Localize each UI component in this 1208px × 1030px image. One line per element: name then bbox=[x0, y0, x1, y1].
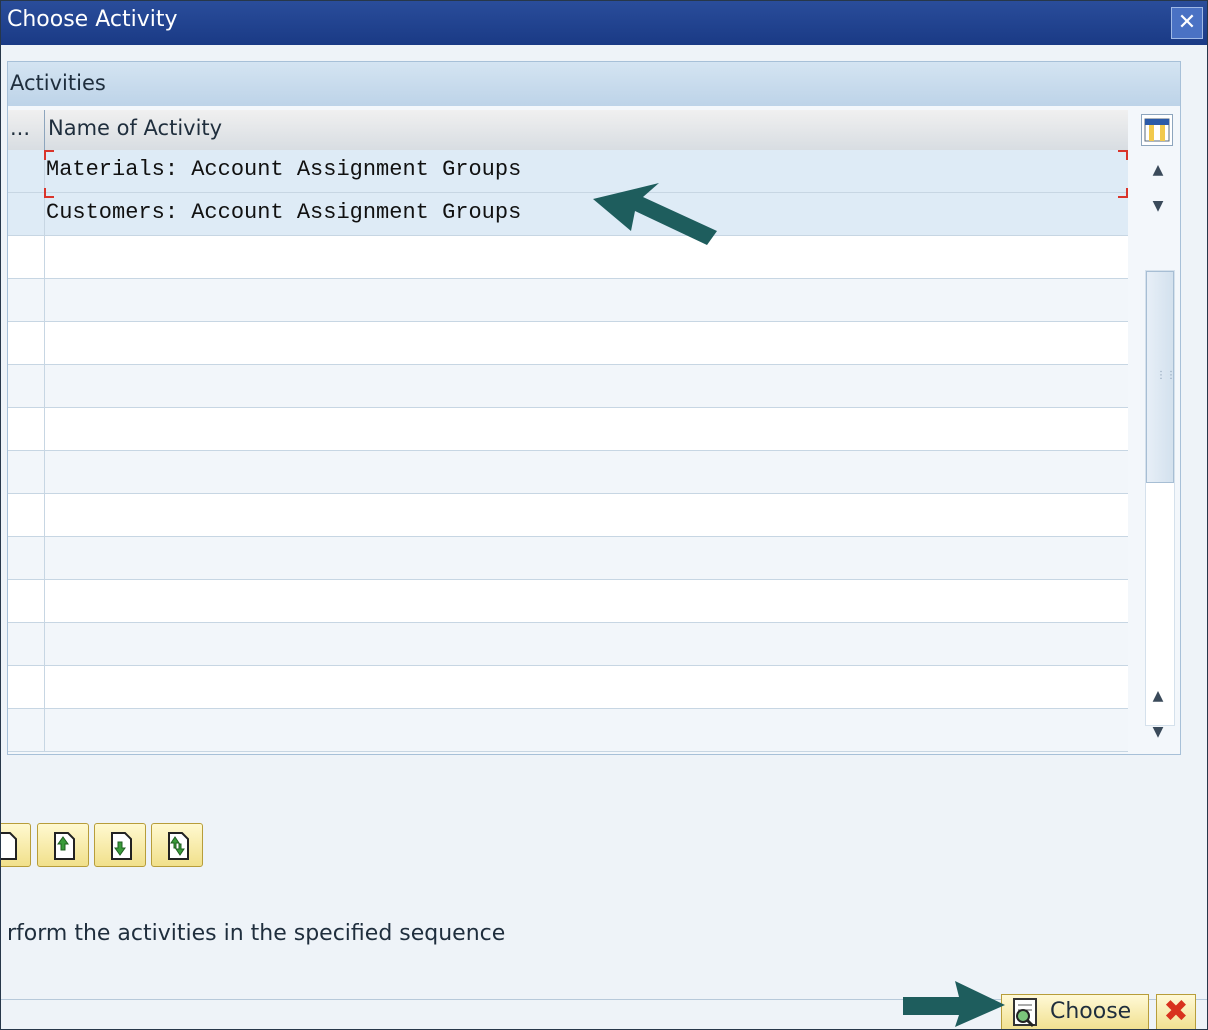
row-selector bbox=[8, 623, 45, 665]
table-row bbox=[8, 623, 1128, 666]
table-row bbox=[8, 279, 1128, 322]
table-row bbox=[8, 494, 1128, 537]
scroll-page-down-icon[interactable]: ▼ bbox=[1145, 196, 1171, 216]
row-selector bbox=[8, 709, 45, 751]
doc-button[interactable] bbox=[1, 823, 31, 867]
row-selector bbox=[8, 451, 45, 493]
table-row bbox=[8, 709, 1128, 752]
move-up-button[interactable] bbox=[37, 823, 89, 867]
doc-swap-icon bbox=[168, 832, 189, 860]
scroll-track[interactable]: ⋮⋮ bbox=[1145, 270, 1176, 726]
activity-name[interactable]: Customers: Account Assignment Groups bbox=[46, 200, 521, 225]
move-down-button[interactable] bbox=[94, 823, 146, 867]
swap-button[interactable] bbox=[151, 823, 203, 867]
table-row bbox=[8, 537, 1128, 580]
scroll-page-up-icon[interactable]: ▲ bbox=[1145, 160, 1171, 180]
doc-icon bbox=[1, 832, 17, 860]
table-row bbox=[8, 580, 1128, 623]
cancel-button[interactable]: ✖ bbox=[1156, 994, 1196, 1029]
table-row bbox=[8, 408, 1128, 451]
choose-button-label: Choose bbox=[1050, 999, 1132, 1024]
dialog-title: Choose Activity bbox=[7, 7, 178, 32]
table-row[interactable]: Customers: Account Assignment Groups bbox=[8, 193, 1128, 236]
row-selector bbox=[8, 365, 45, 407]
row-selector bbox=[8, 580, 45, 622]
table-header: ... Name of Activity bbox=[8, 110, 1128, 151]
table-row bbox=[8, 236, 1128, 279]
table-row bbox=[8, 365, 1128, 408]
activity-table-body: Materials: Account Assignment Groups Cus… bbox=[8, 150, 1128, 752]
scroll-up-icon[interactable]: ▲ bbox=[1145, 686, 1171, 706]
doc-down-icon bbox=[111, 832, 132, 860]
table-row bbox=[8, 666, 1128, 709]
doc-up-icon bbox=[54, 832, 75, 860]
table-row bbox=[8, 451, 1128, 494]
focus-frame bbox=[44, 150, 1128, 198]
annotation-arrow-icon bbox=[593, 183, 717, 245]
choose-icon bbox=[1013, 998, 1037, 1028]
scroll-down-icon[interactable]: ▼ bbox=[1145, 722, 1171, 742]
column-settings-icon[interactable] bbox=[1141, 114, 1173, 146]
close-button[interactable]: ✕ bbox=[1171, 7, 1203, 39]
row-selector bbox=[8, 279, 45, 321]
grip-icon: ⋮⋮ bbox=[1156, 370, 1176, 381]
panel-header: Activities bbox=[8, 62, 1180, 106]
choose-button[interactable]: Choose bbox=[1001, 994, 1149, 1029]
table-row bbox=[8, 322, 1128, 365]
vertical-scrollbar[interactable]: ▲ ▼ ⋮⋮ ▲ ▼ bbox=[1141, 154, 1176, 750]
column-header-activity-name[interactable]: Name of Activity bbox=[48, 116, 222, 140]
row-selector[interactable] bbox=[8, 150, 45, 192]
row-selector bbox=[8, 322, 45, 364]
row-selector[interactable] bbox=[8, 193, 45, 235]
row-selector bbox=[8, 494, 45, 536]
row-selector bbox=[8, 408, 45, 450]
row-selector bbox=[8, 236, 45, 278]
title-bar: Choose Activity ✕ bbox=[1, 1, 1207, 45]
activities-panel: Activities ... Name of Activity Material… bbox=[7, 61, 1181, 755]
column-header-status[interactable]: ... bbox=[10, 116, 30, 140]
choose-activity-dialog: Choose Activity ✕ Activities ... Name of… bbox=[0, 0, 1208, 1030]
sequence-info-text: rform the activities in the specified se… bbox=[7, 921, 506, 946]
scroll-thumb[interactable]: ⋮⋮ bbox=[1146, 271, 1176, 483]
column-divider[interactable] bbox=[44, 110, 45, 150]
annotation-arrow-icon bbox=[903, 981, 1005, 1027]
row-selector bbox=[8, 666, 45, 708]
panel-title: Activities bbox=[10, 71, 106, 95]
row-selector bbox=[8, 537, 45, 579]
